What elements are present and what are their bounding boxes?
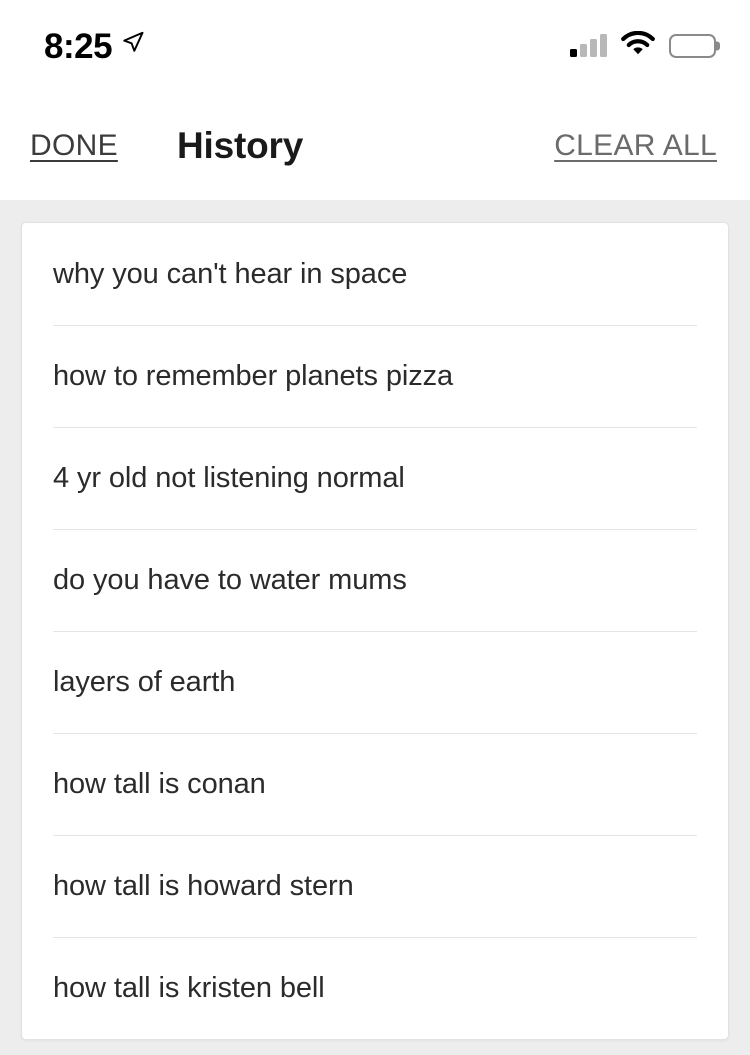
history-list-item[interactable]: how to remember planets pizza — [22, 325, 728, 427]
history-list-item[interactable]: 4 yr old not listening normal — [22, 427, 728, 529]
history-list-item[interactable]: how tall is kristen bell — [22, 937, 728, 1039]
done-button[interactable]: DONE — [30, 129, 118, 163]
battery-icon — [669, 34, 716, 58]
clear-all-button[interactable]: CLEAR ALL — [554, 129, 717, 163]
history-list-item[interactable]: layers of earth — [22, 631, 728, 733]
history-query-text: how tall is howard stern — [53, 869, 354, 902]
history-query-text: how tall is kristen bell — [53, 971, 325, 1004]
phone-screen: 8:25 DONE History CLEAR ALL why you can'… — [0, 0, 750, 1055]
status-bar: 8:25 — [0, 0, 750, 92]
history-query-text: why you can't hear in space — [53, 257, 408, 290]
status-bar-clock: 8:25 — [44, 26, 113, 66]
history-query-text: how tall is conan — [53, 767, 266, 800]
wifi-icon — [621, 30, 655, 61]
history-query-text: layers of earth — [53, 665, 236, 698]
history-list-item[interactable]: how tall is conan — [22, 733, 728, 835]
status-bar-left: 8:25 — [44, 29, 145, 64]
history-list-item[interactable]: do you have to water mums — [22, 529, 728, 631]
history-query-text: 4 yr old not listening normal — [53, 461, 405, 494]
history-query-text: do you have to water mums — [53, 563, 407, 596]
status-bar-right — [570, 30, 716, 61]
history-list-item[interactable]: how tall is howard stern — [22, 835, 728, 937]
history-list: why you can't hear in space how to remem… — [22, 223, 728, 1039]
history-card: why you can't hear in space how to remem… — [21, 222, 729, 1040]
navigation-bar: DONE History CLEAR ALL — [0, 92, 750, 200]
location-arrow-icon — [121, 30, 145, 59]
history-list-item[interactable]: why you can't hear in space — [22, 223, 728, 325]
cellular-signal-icon — [570, 34, 607, 57]
page-title: History — [177, 125, 304, 166]
history-query-text: how to remember planets pizza — [53, 359, 454, 392]
